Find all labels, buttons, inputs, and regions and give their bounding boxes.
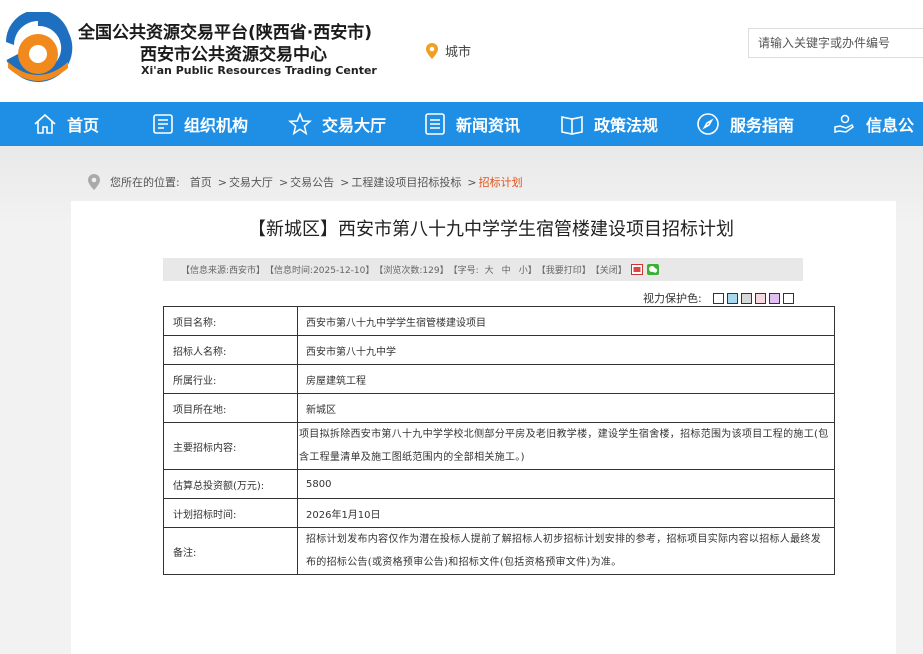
eye-protection-label: 视力保护色: [643,292,702,305]
table-value: 项目拟拆除西安市第八十九中学学校北侧部分平房及老旧教学楼，建设学生宿舍楼，招标范… [297,422,835,470]
nav-item-policy[interactable]: 政策法规 [560,102,658,146]
table-row: 项目名称: 西安市第八十九中学学生宿管楼建设项目 [163,306,835,336]
eye-protection-colors: 视力保护色: [643,290,794,306]
breadcrumb-separator: > [217,175,227,189]
city-label: 城市 [445,45,472,60]
share-weibo-icon[interactable] [630,264,643,275]
nav-item-trading-hall[interactable]: 交易大厅 [288,102,386,146]
table-key: 计划招标时间: [163,498,298,528]
table-key: 项目名称: [163,306,298,336]
table-key: 所属行业: [163,364,298,394]
eye-color-swatch[interactable] [712,292,724,304]
table-row: 所属行业: 房屋建筑工程 [163,364,835,394]
table-key: 项目所在地: [163,393,298,423]
table-value: 西安市第八十九中学 [297,335,835,365]
table-value: 新城区 [297,393,835,423]
print-button[interactable]: 【我要打印】 [537,263,591,276]
nav-label-org: 组织机构 [184,116,249,135]
breadcrumb-separator: > [340,175,350,189]
table-row: 估算总投资额(万元): 5800 [163,469,835,499]
table-row: 备注: 招标计划发布内容仅作为潜在投标人提前了解招标人初步招标计划安排的参考，招… [163,527,835,575]
fontsize-prefix: 【字号: [448,266,479,276]
breadcrumb-announcements[interactable]: 交易公告 [290,174,334,190]
eye-color-swatch[interactable] [754,292,766,304]
breadcrumb-separator: > [467,175,477,189]
breadcrumb-home[interactable]: 首页 [190,174,212,190]
star-icon [288,112,312,136]
nav-label-news: 新闻资讯 [456,116,521,135]
info-views: 【浏览次数:129】 [374,266,449,276]
home-icon [34,113,56,134]
font-size-large-button[interactable]: 大 [485,263,494,276]
info-time: 【信息时间:2025-12-10】 [265,266,375,276]
hand-icon [834,114,854,133]
site-subtitle-en: Xi'an Public Resources Trading Center [141,64,377,77]
info-source: 【信息来源:西安市】 [181,266,266,276]
close-button[interactable]: 【关闭】 [591,263,627,276]
breadcrumb-prefix: 您所在的位置: [110,176,180,189]
table-value: 2026年1月10日 [297,498,835,528]
location-pin-icon [426,42,438,59]
table-key: 备注: [163,527,298,575]
article-info-bar: 【信息来源:西安市】 【信息时间:2025-12-10】 【浏览次数:129】 … [163,258,803,281]
table-value: 5800 [297,469,835,499]
eye-color-swatch[interactable] [740,292,752,304]
table-row: 主要招标内容: 项目拟拆除西安市第八十九中学学校北侧部分平房及老旧教学楼，建设学… [163,422,835,470]
news-icon [425,113,445,135]
table-key: 主要招标内容: [163,422,298,470]
breadcrumb-separator: > [278,175,289,189]
nav-item-service-guide[interactable]: 服务指南 [696,102,794,146]
nav-label-trading-hall: 交易大厅 [322,116,387,135]
table-key: 招标人名称: [163,335,298,365]
eye-color-swatch[interactable] [768,292,780,304]
table-row: 项目所在地: 新城区 [163,393,835,423]
table-value: 招标计划发布内容仅作为潜在投标人提前了解招标人初步招标计划安排的参考，招标项目实… [297,527,835,575]
site-logo[interactable] [2,12,74,84]
breadcrumb-engineering[interactable]: 工程建设项目招标投标 [351,174,461,190]
font-size-medium-button[interactable]: 中 [502,263,511,276]
table-row: 招标人名称: 西安市第八十九中学 [163,335,835,365]
breadcrumb-trading-hall[interactable]: 交易大厅 [229,174,273,190]
org-icon [153,114,173,134]
nav-label-service-guide: 服务指南 [730,116,795,135]
nav-item-home[interactable]: 首页 [33,102,99,146]
main-nav: 首页 组织机构 交易大厅 新闻资讯 政策法规 服务指南 信息公 [0,102,923,146]
breadcrumb-current: 招标计划 [478,176,523,189]
article-title: 【新城区】西安市第八十九中学学生宿管楼建设项目招标计划 [248,219,734,240]
nav-label-home: 首页 [67,116,100,135]
city-selector[interactable]: 城市 [426,41,471,60]
book-icon [561,116,583,135]
breadcrumb: 您所在的位置: 首页 > 交易大厅 > 交易公告 > 工程建设项目招标投标 > … [88,174,523,190]
table-value: 房屋建筑工程 [297,364,835,394]
nav-item-news[interactable]: 新闻资讯 [424,102,520,146]
table-row: 计划招标时间: 2026年1月10日 [163,498,835,528]
eye-color-swatch[interactable] [782,292,794,304]
project-info-table: 项目名称: 西安市第八十九中学学生宿管楼建设项目 招标人名称: 西安市第八十九中… [163,306,835,575]
table-key: 估算总投资额(万元): [163,469,298,499]
eye-color-swatch[interactable] [726,292,738,304]
nav-label-info-public: 信息公 [866,116,915,135]
location-pin-icon [88,174,100,190]
font-size-small-button[interactable]: 小 [519,263,528,276]
share-wechat-icon[interactable] [646,264,659,275]
nav-item-org[interactable]: 组织机构 [152,102,248,146]
fontsize-suffix: 】 [527,266,537,276]
search-input[interactable] [748,28,923,58]
nav-label-policy: 政策法规 [594,116,659,135]
table-value: 西安市第八十九中学学生宿管楼建设项目 [297,306,835,336]
site-header: 全国公共资源交易平台(陕西省·西安市) 西安市公共资源交易中心 Xi'an Pu… [0,0,923,102]
nav-item-info-public[interactable]: 信息公 [832,102,914,146]
site-subtitle: 西安市公共资源交易中心 [140,45,327,65]
compass-icon [697,113,719,135]
